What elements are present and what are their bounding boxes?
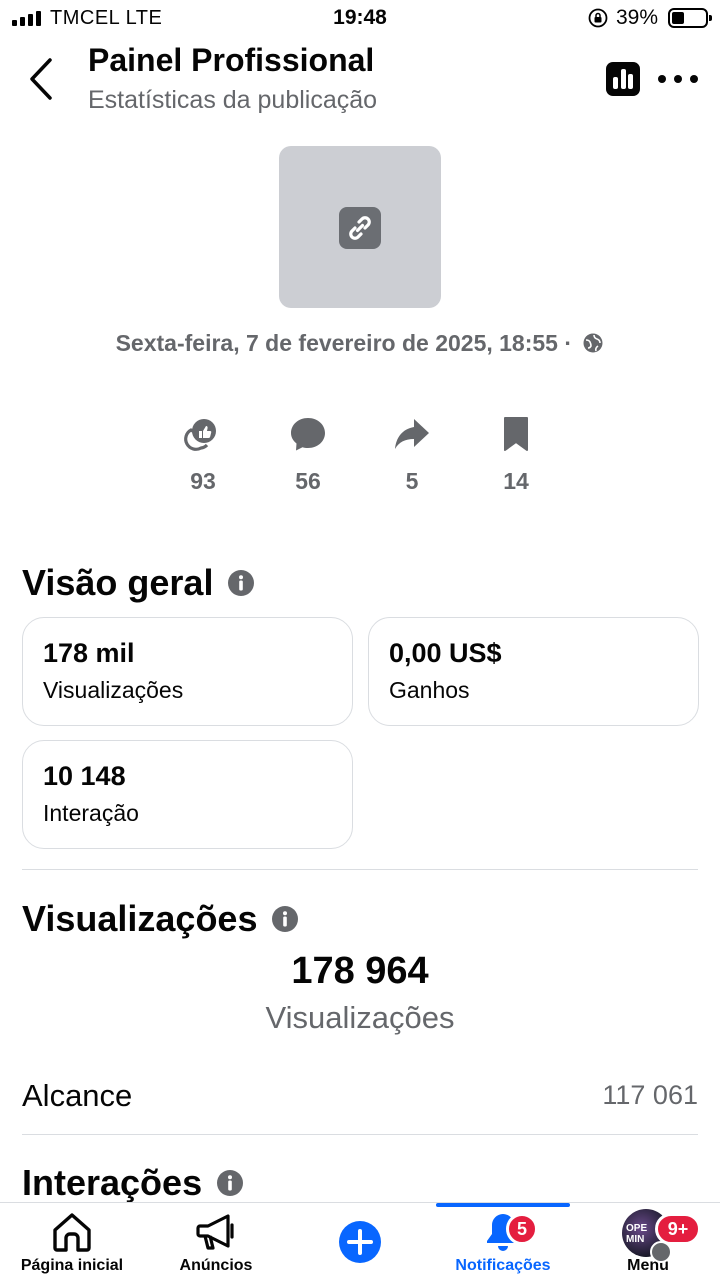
notification-badge: 5 xyxy=(506,1213,538,1245)
page-title: Painel Profissional xyxy=(88,42,375,78)
saves-count: 14 xyxy=(503,468,529,494)
bookmark-icon xyxy=(504,417,528,451)
views-card-label: Visualizações xyxy=(43,677,184,703)
shares-count: 5 xyxy=(405,468,419,494)
views-card[interactable]: 178 mil Visualizações xyxy=(22,617,353,726)
views-title-text: Visualizações xyxy=(22,898,258,939)
interactions-title-text: Interações xyxy=(22,1162,203,1203)
status-bar: TMCEL LTE 19:48 39% xyxy=(0,0,720,36)
nav-create[interactable] xyxy=(320,1203,400,1280)
home-icon xyxy=(53,1213,91,1252)
nav-ads-label: Anúncios xyxy=(179,1257,253,1274)
comment-icon xyxy=(291,418,325,451)
back-chevron-icon[interactable] xyxy=(24,56,60,102)
insights-chart-icon[interactable] xyxy=(606,62,640,96)
page-subtitle: Estatísticas da publicação xyxy=(88,86,378,114)
earnings-card-label: Ganhos xyxy=(389,677,470,703)
globe-icon xyxy=(583,333,603,353)
nav-home[interactable]: Página inicial xyxy=(8,1203,136,1280)
saves-metric: 14 xyxy=(476,414,556,495)
reach-label: Alcance xyxy=(22,1078,133,1113)
reach-value: 117 061 xyxy=(602,1080,698,1110)
reactions-icon xyxy=(184,419,216,451)
overview-section-title: Visão geral xyxy=(22,562,255,604)
battery-percentage: 39% xyxy=(616,6,659,29)
nav-notifications-label: Notificações xyxy=(455,1257,551,1274)
earnings-card-value: 0,00 US$ xyxy=(389,638,502,668)
more-dots-icon[interactable] xyxy=(658,64,698,94)
link-icon xyxy=(339,207,381,249)
nav-home-label: Página inicial xyxy=(20,1257,124,1274)
battery-icon xyxy=(668,8,712,28)
menu-badge: 9+ xyxy=(655,1213,701,1245)
reactions-count: 93 xyxy=(190,468,216,494)
share-icon xyxy=(395,419,429,449)
nav-ads[interactable]: Anúncios xyxy=(160,1203,272,1280)
views-section-title: Visualizações xyxy=(22,898,299,940)
bottom-navigation: Página inicial Anúncios 5 Notificações M… xyxy=(0,1202,720,1280)
overview-title-text: Visão geral xyxy=(22,562,214,603)
post-date-text: Sexta-feira, 7 de fevereiro de 2025, 18:… xyxy=(115,330,573,356)
views-card-value: 178 mil xyxy=(43,638,135,668)
info-icon[interactable] xyxy=(227,569,255,597)
total-views-value: 178 964 xyxy=(291,950,429,992)
comments-count: 56 xyxy=(295,468,321,494)
divider xyxy=(22,1134,698,1135)
interaction-card[interactable]: 10 148 Interação xyxy=(22,740,353,849)
post-date: Sexta-feira, 7 de fevereiro de 2025, 18:… xyxy=(0,330,720,357)
megaphone-icon xyxy=(196,1214,234,1250)
info-icon[interactable] xyxy=(216,1169,244,1197)
comments-metric: 56 xyxy=(268,414,348,495)
avatar-text: OPE MIN xyxy=(626,1223,648,1245)
interactions-section-title: Interações xyxy=(22,1162,244,1204)
interaction-card-value: 10 148 xyxy=(43,761,126,791)
shares-metric: 5 xyxy=(372,414,452,495)
info-icon[interactable] xyxy=(271,905,299,933)
plus-circle-icon xyxy=(339,1221,381,1263)
nav-menu-label: Menu xyxy=(627,1257,669,1274)
post-thumbnail[interactable] xyxy=(279,146,441,308)
total-views-label: Visualizações xyxy=(265,1000,455,1035)
interaction-card-label: Interação xyxy=(43,800,139,826)
divider xyxy=(22,869,698,870)
reactions-metric: 93 xyxy=(163,414,243,495)
clock: 19:48 xyxy=(333,6,387,29)
nav-notifications[interactable]: 5 Notificações xyxy=(436,1203,570,1280)
earnings-card[interactable]: 0,00 US$ Ganhos xyxy=(368,617,699,726)
rotation-lock-icon xyxy=(588,8,608,28)
